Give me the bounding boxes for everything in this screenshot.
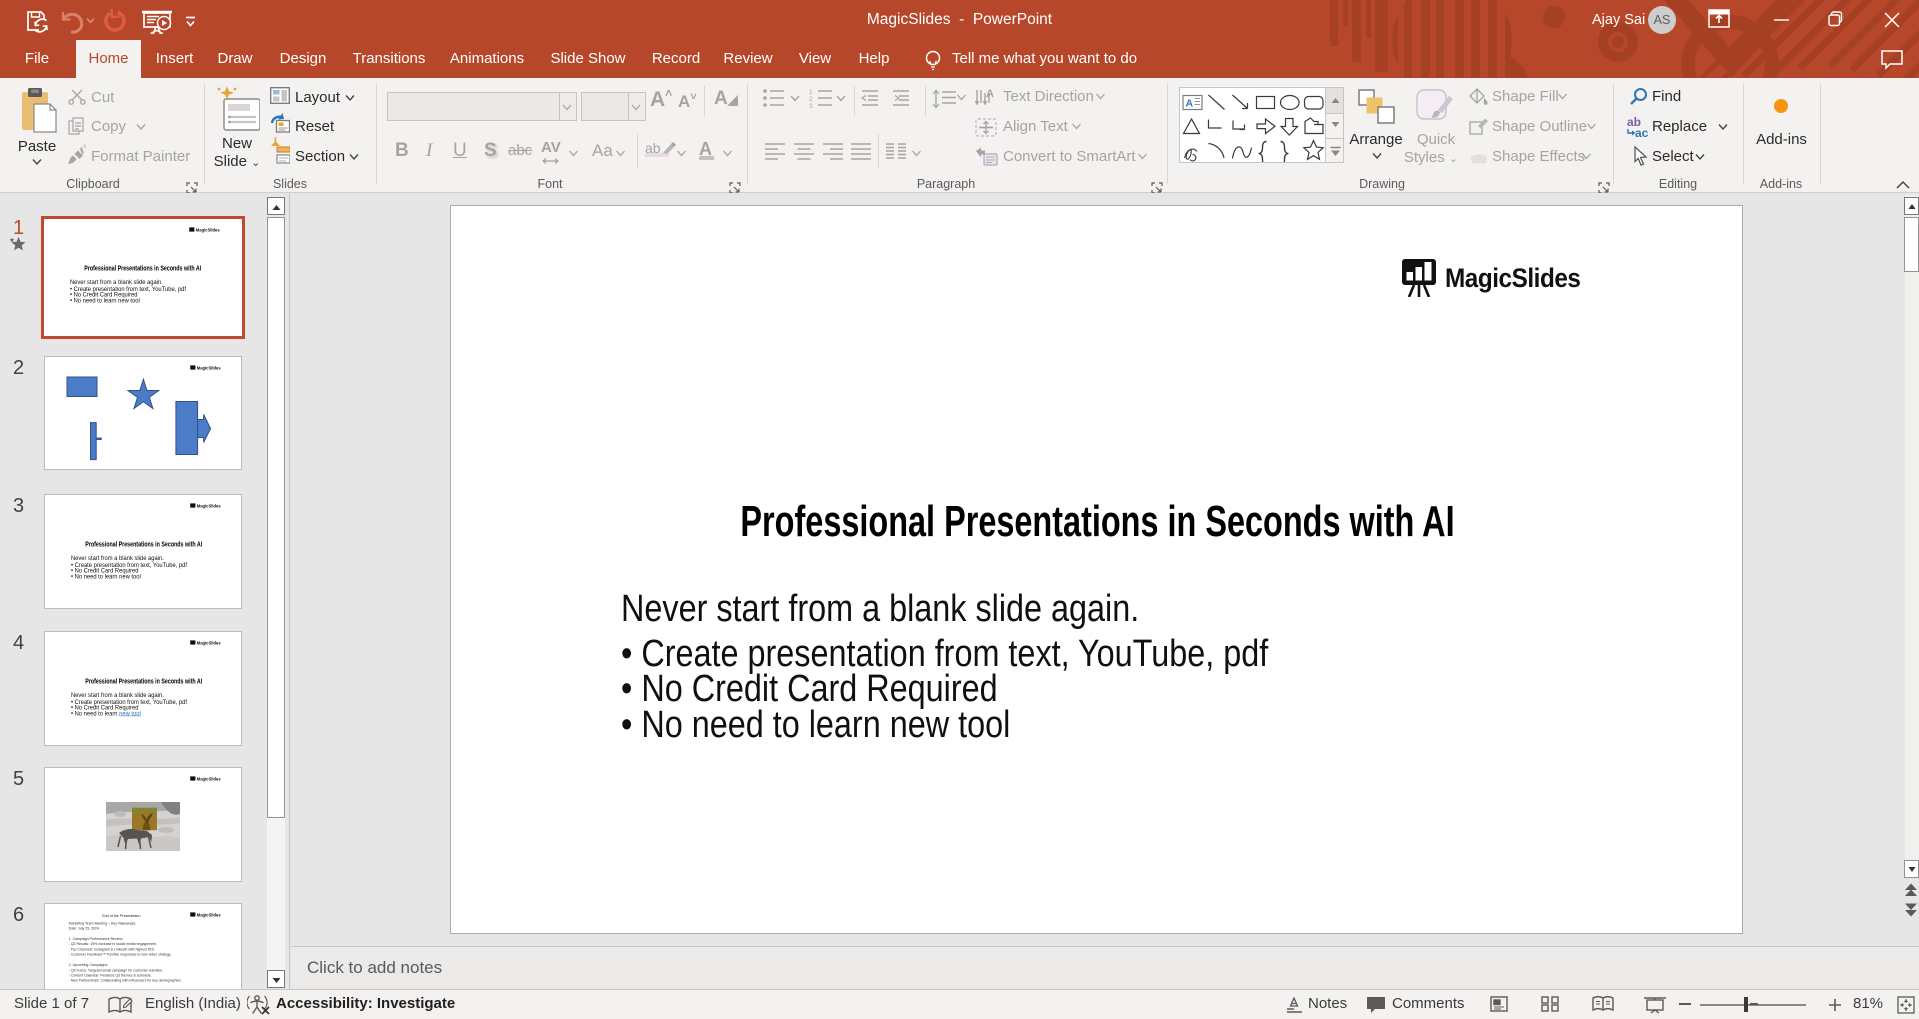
- svg-text:3: 3: [809, 103, 813, 110]
- svg-text:1: 1: [809, 89, 813, 96]
- svg-text:ac: ac: [1635, 126, 1649, 138]
- svg-text:A: A: [1186, 98, 1194, 110]
- svg-text:A: A: [986, 88, 994, 100]
- svg-text:2: 2: [809, 96, 813, 103]
